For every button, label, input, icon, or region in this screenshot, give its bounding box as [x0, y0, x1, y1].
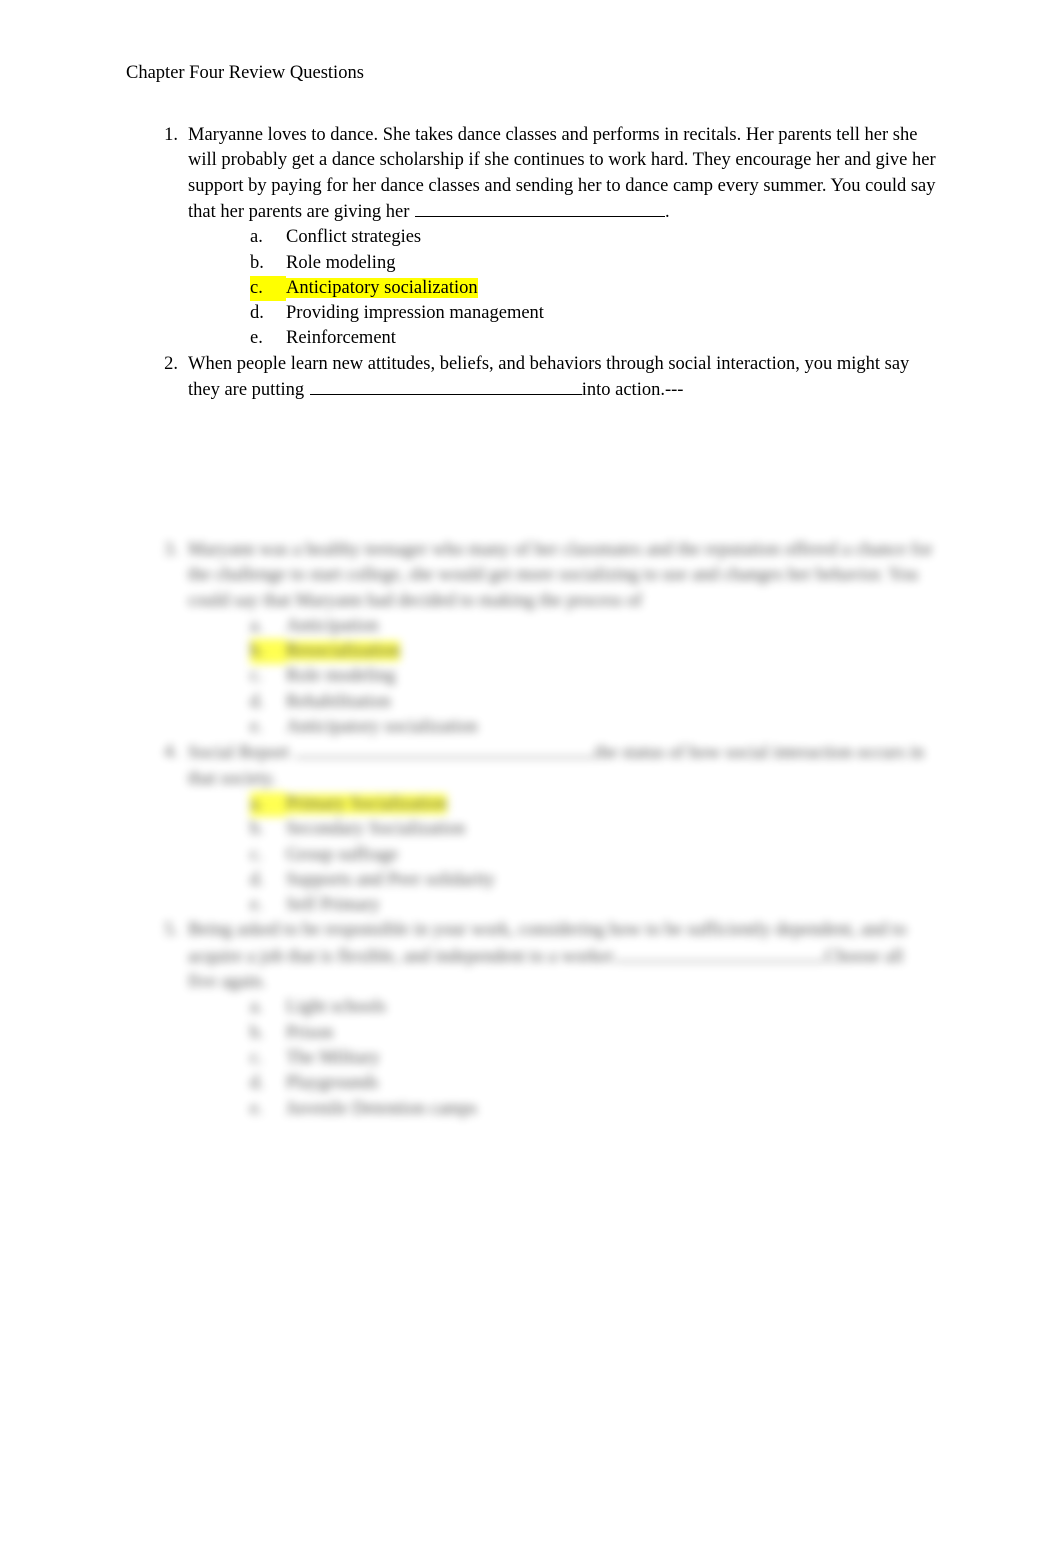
obscured-option-3a-letter: a. — [250, 615, 263, 636]
obscured-question-5-options: a. Light schools b. Prison c. The Milita… — [188, 995, 936, 1121]
question-1-options: a. Conflict strategies b. Role modeling … — [188, 225, 936, 351]
obscured-question-list: 3. Maryann was a healthy teenager who ma… — [126, 538, 936, 1122]
option-1c[interactable]: c. Anticipatory socialization — [188, 275, 936, 302]
obscured-option-3c[interactable]: c. Role modeling — [188, 664, 936, 689]
option-1d-letter: d. — [250, 303, 264, 324]
obscured-question-4-text: Social Report the status of how social i… — [188, 740, 936, 792]
obscured-option-5d[interactable]: d. Playgrounds — [188, 1071, 936, 1096]
obscured-option-3e[interactable]: e. Anticipatory socialization — [188, 715, 936, 740]
obscured-option-5d-label: Playgrounds — [286, 1073, 379, 1094]
obscured-option-5a-label: Light schools — [286, 997, 387, 1018]
obscured-option-5b[interactable]: b. Prison — [188, 1021, 936, 1046]
obscured-option-5c-label: The Military — [286, 1047, 381, 1068]
obscured-option-3c-letter: c. — [250, 666, 263, 687]
obscured-option-4b-letter: b. — [250, 819, 264, 840]
obscured-question-5-blank[interactable] — [614, 944, 825, 962]
obscured-option-5c[interactable]: c. The Military — [188, 1046, 936, 1071]
obscured-option-3d-letter: d. — [250, 691, 264, 712]
option-1d-label: Providing impression management — [286, 303, 544, 324]
obscured-option-4b-label: Secondary Socialization — [286, 819, 466, 840]
obscured-option-5e-letter: e. — [250, 1098, 263, 1119]
option-1d[interactable]: d. Providing impression management — [188, 301, 936, 326]
obscured-option-5a[interactable]: a. Light schools — [188, 995, 936, 1020]
obscured-option-4d-label: Supports and Peer solidarity — [286, 869, 496, 890]
obscured-option-4e-letter: e. — [250, 895, 263, 916]
obscured-option-5b-label: Prison — [286, 1022, 334, 1043]
obscured-option-3d[interactable]: d. Rehabilitation — [188, 690, 936, 715]
question-1-tail: . — [665, 201, 670, 222]
question-1-blank[interactable] — [415, 199, 666, 217]
obscured-option-3b[interactable]: b. Resocialization — [188, 639, 936, 665]
obscured-question-4-stem: Social Report — [188, 743, 294, 764]
obscured-question-5-number: 5. — [164, 920, 178, 941]
obscured-option-4a[interactable]: a. Primary Socialization — [188, 791, 936, 818]
obscured-question-5: 5. Being asked to be responsible in your… — [126, 918, 936, 1121]
obscured-option-3c-label: Role modeling — [286, 666, 396, 687]
question-list: 1. Maryanne loves to dance. She takes da… — [126, 123, 936, 403]
option-1a[interactable]: a. Conflict strategies — [188, 225, 936, 250]
option-1c-label: Anticipatory socialization — [286, 277, 478, 298]
option-1c-letter: c. — [250, 275, 286, 302]
obscured-option-5a-letter: a. — [250, 997, 263, 1018]
option-1b-label: Role modeling — [286, 252, 396, 273]
option-1b-letter: b. — [250, 252, 264, 273]
obscured-option-4c-label: Group suffrage — [286, 844, 399, 865]
question-1-number: 1. — [164, 125, 178, 145]
question-2-tail: into action.--- — [581, 380, 684, 400]
obscured-option-3b-label: Resocialization — [286, 641, 401, 662]
obscured-question-3-options: a. Anticipation b. Resocialization c. Ro… — [188, 614, 936, 740]
obscured-question-4: 4. Social Report the status of how socia… — [126, 740, 936, 918]
obscured-option-4b[interactable]: b. Secondary Socialization — [188, 817, 936, 842]
option-1b[interactable]: b. Role modeling — [188, 251, 936, 276]
obscured-option-4c[interactable]: c. Group suffrage — [188, 843, 936, 868]
obscured-option-3e-label: Anticipatory socialization — [286, 717, 478, 738]
obscured-option-3e-letter: e. — [250, 717, 263, 738]
option-1a-label: Conflict strategies — [286, 227, 422, 248]
question-2-text: When people learn new attitudes, beliefs… — [188, 352, 936, 404]
obscured-question-4-number: 4. — [164, 742, 178, 763]
option-1a-letter: a. — [250, 227, 263, 248]
obscured-option-4c-letter: c. — [250, 844, 263, 865]
obscured-option-5c-letter: c. — [250, 1047, 263, 1068]
obscured-content-region: 3. Maryann was a healthy teenager who ma… — [0, 528, 1062, 1153]
option-1e-letter: e. — [250, 328, 263, 349]
obscured-option-4d-letter: d. — [250, 869, 264, 890]
obscured-question-3-number: 3. — [164, 540, 178, 560]
obscured-question-3-text: Maryann was a healthy teenager who many … — [188, 540, 933, 611]
obscured-question-5-text: Being asked to be responsible in your wo… — [188, 918, 936, 995]
question-2-number: 2. — [164, 353, 178, 374]
obscured-question-4-options: a. Primary Socialization b. Secondary So… — [188, 791, 936, 918]
obscured-option-3a[interactable]: a. Anticipation — [188, 614, 936, 639]
document-page: Chapter Four Review Questions 1. Maryann… — [0, 0, 1062, 1561]
option-1e-label: Reinforcement — [286, 328, 396, 349]
obscured-option-3d-label: Rehabilitation — [286, 691, 391, 712]
obscured-option-4e[interactable]: e. Self Primary — [188, 893, 936, 918]
question-2: 2. When people learn new attitudes, beli… — [126, 352, 936, 404]
obscured-option-3a-label: Anticipation — [286, 615, 379, 636]
obscured-option-3b-letter: b. — [250, 639, 286, 665]
obscured-option-5e[interactable]: e. Juvenile Detention camps — [188, 1097, 936, 1122]
question-1: 1. Maryanne loves to dance. She takes da… — [126, 123, 936, 352]
page-title: Chapter Four Review Questions — [126, 63, 364, 83]
obscured-question-4-blank[interactable] — [294, 740, 595, 759]
question-2-blank[interactable] — [309, 377, 582, 395]
option-1e[interactable]: e. Reinforcement — [188, 326, 936, 351]
obscured-option-4a-letter: a. — [250, 791, 286, 818]
obscured-option-4a-label: Primary Socialization — [286, 793, 447, 814]
question-1-text: Maryanne loves to dance. She takes dance… — [188, 123, 936, 225]
obscured-option-5b-letter: b. — [250, 1022, 264, 1043]
obscured-option-5d-letter: d. — [250, 1073, 264, 1094]
obscured-option-4d[interactable]: d. Supports and Peer solidarity — [188, 868, 936, 893]
obscured-option-4e-label: Self Primary — [286, 895, 381, 916]
obscured-question-3: 3. Maryann was a healthy teenager who ma… — [126, 538, 936, 740]
obscured-option-5e-label: Juvenile Detention camps — [286, 1098, 478, 1119]
